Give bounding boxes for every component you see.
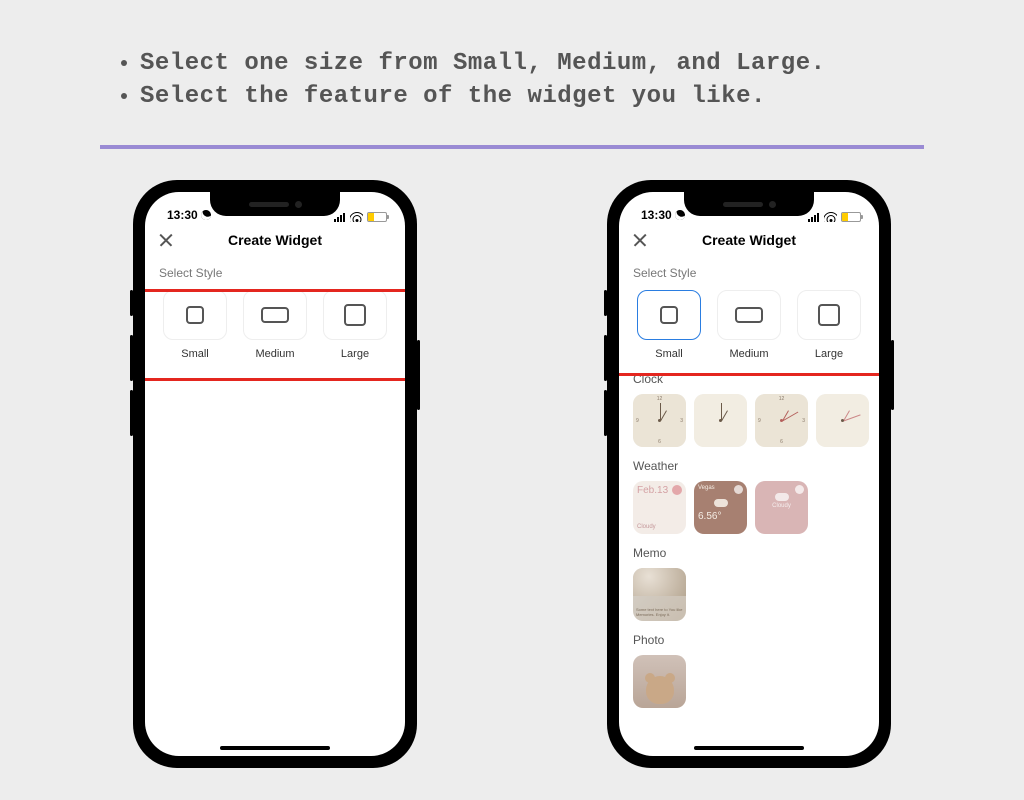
instruction-item-2: Select the feature of the widget you lik… [140,83,914,110]
size-label: Medium [729,348,768,360]
page-title: Create Widget [228,232,322,248]
side-button [130,290,133,316]
size-label: Medium [255,348,294,360]
page-title: Create Widget [702,232,796,248]
battery-icon [367,212,387,222]
side-button [891,340,894,410]
cloud-icon [714,499,728,507]
home-indicator [220,746,330,750]
teddy-bear-icon [646,676,674,704]
weather-cond: Cloudy [637,524,682,530]
instruction-block: Select one size from Small, Medium, and … [110,50,914,116]
size-label: Large [341,348,369,360]
battery-icon [841,212,861,222]
notch [684,192,814,216]
side-button [604,335,607,381]
wifi-icon [824,212,837,222]
size-option-small[interactable]: Small [633,290,705,360]
clock-widget-3[interactable]: 123 69 [755,394,808,447]
select-style-label: Select Style [633,266,865,280]
cellular-icon [808,213,819,222]
weather-widget-2[interactable]: Vegas 6.56° [694,481,747,534]
home-indicator [694,746,804,750]
size-option-small[interactable]: Small [159,290,231,360]
dnd-moon-icon [199,208,213,222]
dnd-moon-icon [673,208,687,222]
badge-icon [795,485,804,494]
clock-widget-2[interactable] [694,394,747,447]
side-button [604,290,607,316]
side-button [604,390,607,436]
size-option-large[interactable]: Large [793,290,865,360]
category-label-memo: Memo [633,546,865,560]
size-label: Large [815,348,843,360]
side-button [417,340,420,410]
weather-widget-1[interactable]: Feb.13 Cloudy [633,481,686,534]
weather-temp: 6.56° [698,511,743,522]
wifi-icon [350,212,363,222]
memo-text: Some text here to You like Memories. Enj… [636,608,683,618]
cloud-icon [775,493,789,501]
side-button [130,390,133,436]
status-time: 13:30 [641,208,672,222]
photo-widget-1[interactable] [633,655,686,708]
instruction-item-1: Select one size from Small, Medium, and … [140,50,914,77]
category-label-weather: Weather [633,459,865,473]
badge-icon [672,485,682,495]
close-icon[interactable] [633,233,647,247]
status-time: 13:30 [167,208,198,222]
category-label-clock: Clock [633,372,865,386]
divider-line [100,145,924,149]
weather-widget-3[interactable]: Cloudy [755,481,808,534]
side-button [130,335,133,381]
size-option-medium[interactable]: Medium [713,290,785,360]
close-icon[interactable] [159,233,173,247]
badge-icon [734,485,743,494]
cellular-icon [334,213,345,222]
select-style-label: Select Style [159,266,391,280]
clock-widget-4[interactable] [816,394,869,447]
phone-frame-left: 13:30 Create Widget Select Style [133,180,417,768]
memo-widget-1[interactable]: Some text here to You like Memories. Enj… [633,568,686,621]
clock-widget-1[interactable]: 123 69 [633,394,686,447]
notch [210,192,340,216]
size-option-large[interactable]: Large [319,290,391,360]
size-label: Small [181,348,209,360]
category-label-photo: Photo [633,633,865,647]
size-option-medium[interactable]: Medium [239,290,311,360]
weather-cond: Cloudy [759,503,804,509]
phone-frame-right: 13:30 Create Widget Select Style [607,180,891,768]
size-label: Small [655,348,683,360]
